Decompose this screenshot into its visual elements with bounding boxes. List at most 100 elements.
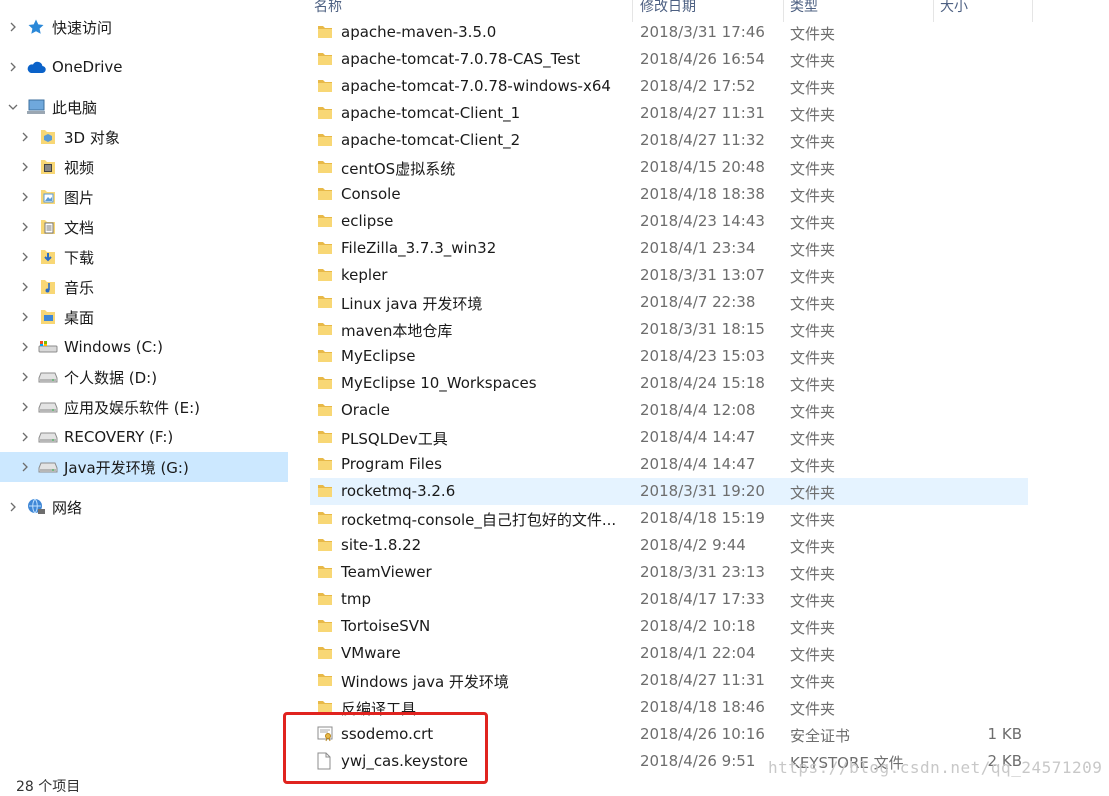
chevron-right-icon[interactable] xyxy=(6,500,20,514)
nav-item[interactable]: 3D 对象 xyxy=(0,122,288,152)
file-type: 文件夹 xyxy=(790,268,836,286)
column-header-date[interactable]: 修改日期 xyxy=(633,0,783,20)
chevron-right-icon[interactable] xyxy=(18,430,32,444)
status-bar-item-count: 28 个项目 xyxy=(16,779,81,795)
file-row[interactable]: Linux java 开发环境 2018/4/7 22:38 文件夹 xyxy=(310,289,1028,316)
chevron-right-icon[interactable] xyxy=(18,130,32,144)
folder-icon xyxy=(316,266,334,284)
chevron-right-icon[interactable] xyxy=(18,400,32,414)
column-divider[interactable] xyxy=(1032,0,1033,22)
nav-item-label: 个人数据 (D:) xyxy=(64,368,158,387)
drive-icon xyxy=(38,458,58,476)
file-date-modified: 2018/3/31 23:13 xyxy=(640,563,765,581)
file-size: 1 KB xyxy=(987,725,1022,743)
nav-item-label: 网络 xyxy=(52,498,83,517)
file-date-modified: 2018/4/1 23:34 xyxy=(640,239,756,257)
folder-icon xyxy=(316,239,334,257)
chevron-right-icon[interactable] xyxy=(6,20,20,34)
file-date-modified: 2018/4/27 11:31 xyxy=(640,104,765,122)
file-type: 文件夹 xyxy=(790,25,836,43)
nav-item[interactable]: 音乐 xyxy=(0,272,288,302)
file-type: 文件夹 xyxy=(790,565,836,583)
file-row[interactable]: VMware 2018/4/1 22:04 文件夹 xyxy=(310,640,1028,667)
file-date-modified: 2018/4/7 22:38 xyxy=(640,293,756,311)
chevron-right-icon[interactable] xyxy=(18,220,32,234)
folder-icon xyxy=(316,563,334,581)
chevron-right-icon[interactable] xyxy=(18,280,32,294)
file-row[interactable]: apache-maven-3.5.0 2018/3/31 17:46 文件夹 xyxy=(310,19,1028,46)
file-row[interactable]: Program Files 2018/4/4 14:47 文件夹 xyxy=(310,451,1028,478)
folder-icon xyxy=(316,536,334,554)
nav-item[interactable]: 此电脑 xyxy=(0,92,288,122)
file-row[interactable]: eclipse 2018/4/23 14:43 文件夹 xyxy=(310,208,1028,235)
folder-icon xyxy=(316,50,334,68)
nav-item[interactable]: 下载 xyxy=(0,242,288,272)
file-row[interactable]: TortoiseSVN 2018/4/2 10:18 文件夹 xyxy=(310,613,1028,640)
file-date-modified: 2018/4/18 18:46 xyxy=(640,698,765,716)
file-row[interactable]: TeamViewer 2018/3/31 23:13 文件夹 xyxy=(310,559,1028,586)
file-row[interactable]: kepler 2018/3/31 13:07 文件夹 xyxy=(310,262,1028,289)
file-name: MyEclipse xyxy=(341,347,416,365)
file-type: 文件夹 xyxy=(790,349,836,367)
file-row[interactable]: MyEclipse 2018/4/23 15:03 文件夹 xyxy=(310,343,1028,370)
file-row[interactable]: apache-tomcat-Client_2 2018/4/27 11:32 文件夹 xyxy=(310,127,1028,154)
file-row[interactable]: maven本地仓库 2018/3/31 18:15 文件夹 xyxy=(310,316,1028,343)
file-type: 文件夹 xyxy=(790,700,836,718)
file-row[interactable]: site-1.8.22 2018/4/2 9:44 文件夹 xyxy=(310,532,1028,559)
nav-item[interactable]: Windows (C:) xyxy=(0,332,288,362)
file-date-modified: 2018/4/18 15:19 xyxy=(640,509,765,527)
file-type: 文件夹 xyxy=(790,646,836,664)
nav-item[interactable]: 快速访问 xyxy=(0,12,288,42)
nav-item[interactable]: 网络 xyxy=(0,492,288,522)
file-name: site-1.8.22 xyxy=(341,536,422,554)
nav-item[interactable]: 应用及娱乐软件 (E:) xyxy=(0,392,288,422)
chevron-right-icon[interactable] xyxy=(18,250,32,264)
file-row[interactable]: Oracle 2018/4/4 12:08 文件夹 xyxy=(310,397,1028,424)
file-name: apache-tomcat-Client_2 xyxy=(341,131,521,149)
file-type: 文件夹 xyxy=(790,187,836,205)
chevron-right-icon[interactable] xyxy=(18,340,32,354)
file-row[interactable]: FileZilla_3.7.3_win32 2018/4/1 23:34 文件夹 xyxy=(310,235,1028,262)
file-row[interactable]: apache-tomcat-7.0.78-windows-x64 2018/4/2… xyxy=(310,73,1028,100)
file-row[interactable]: Windows java 开发环境 2018/4/27 11:31 文件夹 xyxy=(310,667,1028,694)
file-name: apache-tomcat-Client_1 xyxy=(341,104,521,122)
chevron-right-icon[interactable] xyxy=(18,370,32,384)
file-type: 文件夹 xyxy=(790,79,836,97)
chevron-right-icon[interactable] xyxy=(18,160,32,174)
file-row[interactable]: PLSQLDev工具 2018/4/4 14:47 文件夹 xyxy=(310,424,1028,451)
file-row[interactable]: apache-tomcat-Client_1 2018/4/27 11:31 文件夹 xyxy=(310,100,1028,127)
column-header-type[interactable]: 类型 xyxy=(784,0,934,20)
nav-item-label: 文档 xyxy=(64,218,95,237)
nav-item[interactable]: 个人数据 (D:) xyxy=(0,362,288,392)
nav-item[interactable]: 图片 xyxy=(0,182,288,212)
chevron-right-icon[interactable] xyxy=(18,190,32,204)
file-row[interactable]: MyEclipse 10_Workspaces 2018/4/24 15:18 文件… xyxy=(310,370,1028,397)
chevron-down-icon[interactable] xyxy=(6,100,20,114)
nav-item[interactable]: 桌面 xyxy=(0,302,288,332)
file-row[interactable]: rocketmq-console_自己打包好的文件... 2018/4/18 15… xyxy=(310,505,1028,532)
nav-item[interactable]: RECOVERY (F:) xyxy=(0,422,288,452)
chevron-right-icon[interactable] xyxy=(6,60,20,74)
chevron-right-icon[interactable] xyxy=(18,460,32,474)
nav-item[interactable]: 视频 xyxy=(0,152,288,182)
file-type: 文件夹 xyxy=(790,241,836,259)
file-row[interactable]: tmp 2018/4/17 17:33 文件夹 xyxy=(310,586,1028,613)
file-row[interactable]: apache-tomcat-7.0.78-CAS_Test 2018/4/26 1… xyxy=(310,46,1028,73)
chevron-right-icon[interactable] xyxy=(18,310,32,324)
nav-item[interactable]: OneDrive xyxy=(0,52,288,82)
column-header-name[interactable]: 名称 xyxy=(296,0,632,20)
folder-icon xyxy=(316,374,334,392)
documents-icon xyxy=(38,218,58,236)
folder-icon xyxy=(316,185,334,203)
file-row[interactable]: centOS虚拟系统 2018/4/15 20:48 文件夹 xyxy=(310,154,1028,181)
file-date-modified: 2018/4/24 15:18 xyxy=(640,374,765,392)
file-type: 文件夹 xyxy=(790,106,836,124)
system-drive-icon xyxy=(38,338,58,356)
nav-item[interactable]: Java开发环境 (G:) xyxy=(0,452,288,482)
folder-icon xyxy=(316,482,334,500)
nav-item[interactable]: 文档 xyxy=(0,212,288,242)
file-row[interactable]: Console 2018/4/18 18:38 文件夹 xyxy=(310,181,1028,208)
column-header-size[interactable]: 大小 xyxy=(934,0,1032,20)
folder-icon xyxy=(316,644,334,662)
file-row[interactable]: rocketmq-3.2.6 2018/3/31 19:20 文件夹 xyxy=(310,478,1028,505)
